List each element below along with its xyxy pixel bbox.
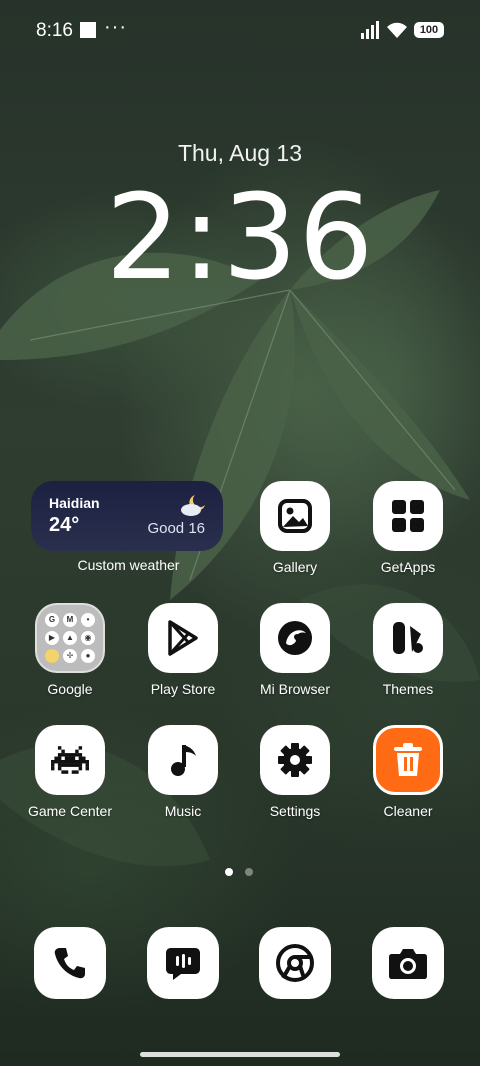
folder-app-drive-icon: ▲ — [63, 631, 77, 645]
folder-app-assistant-icon: • — [81, 613, 95, 627]
play-store-icon — [168, 620, 198, 656]
themes-icon — [393, 622, 423, 654]
notification-icon — [80, 22, 96, 38]
dock-phone[interactable] — [15, 927, 125, 999]
themes-tile[interactable] — [373, 603, 443, 673]
app-music[interactable]: Music — [128, 725, 238, 819]
gamecenter-label: Game Center — [27, 803, 113, 819]
gallery-icon — [278, 499, 312, 533]
phone-icon — [54, 948, 85, 979]
settings-label: Settings — [269, 803, 321, 819]
app-settings[interactable]: Settings — [240, 725, 350, 819]
google-label: Google — [47, 681, 93, 697]
folder-app-gmail-icon: M — [63, 613, 77, 627]
date-text: Thu, Aug 13 — [177, 140, 303, 166]
status-bar: 8:16 ··· 100 — [0, 0, 480, 60]
app-playstore[interactable]: Play Store — [128, 603, 238, 697]
phone-tile[interactable] — [34, 927, 106, 999]
browser-tile[interactable] — [260, 603, 330, 673]
google-folder-tile[interactable]: G M • ▶ ▲ ◉ ✢ ● — [35, 603, 105, 673]
getapps-icon — [392, 500, 424, 532]
weather-label: Custom weather — [77, 557, 180, 573]
app-game-center[interactable]: Game Center — [15, 725, 125, 819]
gallery-tile[interactable] — [260, 481, 330, 551]
messages-tile[interactable] — [147, 927, 219, 999]
folder-app-youtube-icon: ▶ — [45, 631, 59, 645]
folder-app-meet-icon: ◉ — [81, 631, 95, 645]
dock-chrome[interactable] — [240, 927, 350, 999]
page-indicator[interactable] — [225, 863, 265, 881]
music-tile[interactable] — [148, 725, 218, 795]
app-gallery[interactable]: Gallery — [240, 481, 350, 575]
weather-temp: 24° — [49, 514, 80, 536]
themes-label: Themes — [382, 681, 434, 697]
cleaner-tile[interactable] — [373, 725, 443, 795]
playstore-tile[interactable] — [148, 603, 218, 673]
settings-tile[interactable] — [260, 725, 330, 795]
music-label: Music — [164, 803, 202, 819]
folder-app-contacts-icon: ● — [81, 649, 95, 663]
music-note-icon — [171, 745, 196, 776]
trash-icon — [394, 743, 422, 776]
signal-icon — [361, 21, 379, 39]
camera-tile[interactable] — [372, 927, 444, 999]
browser-icon — [278, 621, 312, 655]
app-mi-browser[interactable]: Mi Browser — [240, 603, 350, 697]
clock-time[interactable]: 2:36 — [0, 168, 480, 306]
folder-app-google-icon: G — [45, 613, 59, 627]
getapps-tile[interactable] — [373, 481, 443, 551]
wifi-icon — [387, 22, 407, 38]
dock-camera[interactable] — [353, 927, 463, 999]
folder-app-photos-icon — [45, 649, 59, 663]
folder-google[interactable]: G M • ▶ ▲ ◉ ✢ ● Google — [15, 603, 125, 697]
browser-label: Mi Browser — [259, 681, 330, 697]
chrome-tile[interactable] — [259, 927, 331, 999]
space-invader-icon — [51, 746, 89, 774]
cleaner-label: Cleaner — [383, 803, 433, 819]
getapps-label: GetApps — [380, 559, 436, 575]
messages-icon — [166, 948, 200, 980]
status-time: 8:16 — [36, 20, 73, 41]
page-dot[interactable] — [245, 868, 253, 876]
app-cleaner[interactable]: Cleaner — [353, 725, 463, 819]
weather-widget[interactable]: Haidian 24° Good 16 — [31, 481, 223, 551]
app-getapps[interactable]: GetApps — [353, 481, 463, 575]
page-dot-active[interactable] — [225, 868, 233, 876]
gallery-label: Gallery — [272, 559, 318, 575]
camera-icon — [389, 949, 427, 979]
more-notifications-icon: ··· — [104, 16, 127, 38]
weather-city: Haidian — [49, 495, 100, 511]
chrome-icon — [276, 944, 314, 982]
dock-messages[interactable] — [128, 927, 238, 999]
gear-icon — [278, 743, 312, 777]
weather-aqi: Good 16 — [147, 520, 205, 537]
home-indicator[interactable] — [140, 1052, 340, 1057]
gamecenter-tile[interactable] — [35, 725, 105, 795]
folder-app-pinwheel-icon: ✢ — [63, 649, 77, 663]
app-themes[interactable]: Themes — [353, 603, 463, 697]
playstore-label: Play Store — [150, 681, 216, 697]
moon-cloud-icon — [181, 495, 205, 516]
battery-indicator: 100 — [414, 22, 444, 38]
